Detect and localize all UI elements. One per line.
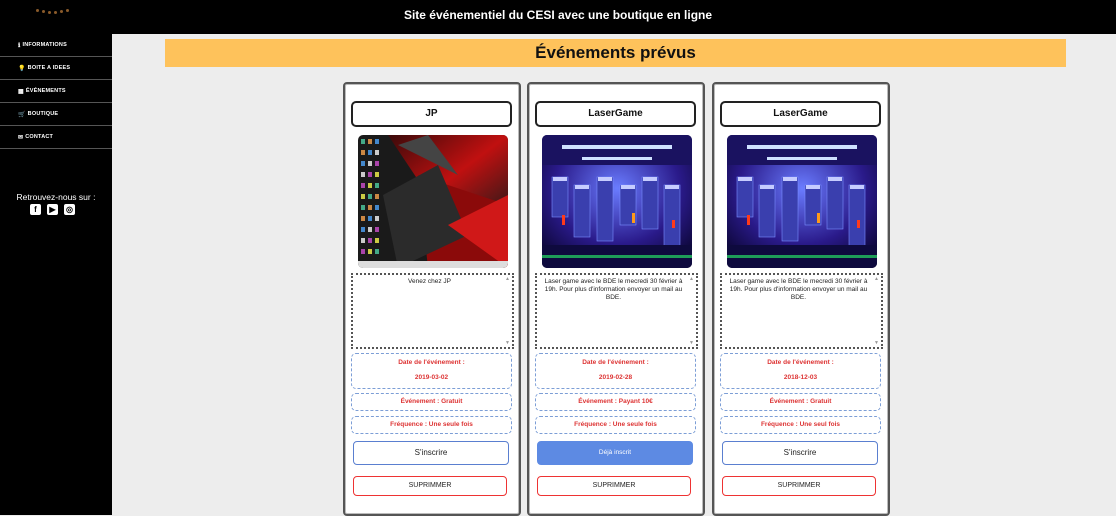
event-image-lasergame [727, 135, 877, 268]
sidebar: ℹ INFORMATIONS 💡 BOITE A IDEES ▦ ÉVÉNEMENTS 🛒 B… [0, 34, 112, 515]
envelope-icon: ✉ [18, 134, 24, 141]
instagram-icon[interactable]: ◎ [64, 204, 75, 215]
scroll-up-icon[interactable]: ▲ [505, 276, 510, 282]
event-card: LaserGame Laser game avec le BDE le mecre… [527, 82, 705, 516]
info-icon: ℹ [18, 42, 21, 49]
sidebar-item-label: INFORMATIONS [22, 42, 67, 48]
event-title: LaserGame [720, 101, 881, 127]
facebook-icon[interactable]: f [30, 204, 41, 215]
sidebar-item-informations[interactable]: ℹ INFORMATIONS [0, 34, 112, 57]
event-title: LaserGame [535, 101, 696, 127]
event-description: Laser game avec le BDE le mecredi 30 fév… [729, 278, 868, 301]
sidebar-item-label: BOUTIQUE [27, 111, 59, 117]
register-button[interactable]: Déjà inscrit [537, 441, 693, 465]
follow-us-text: Retrouvez-nous sur : [16, 192, 96, 202]
delete-button[interactable]: SUPRIMMER [353, 476, 507, 496]
event-type: Événement : Payant 10€ [535, 393, 696, 411]
event-date-box: Date de l'événement : 2019-02-28 [535, 353, 696, 389]
cart-icon: 🛒 [18, 111, 26, 118]
event-frequency: Fréquence : Une seule fois [535, 416, 696, 434]
event-date-label: Date de l'événement : [582, 359, 649, 366]
event-description: Venez chez JP [408, 278, 451, 285]
event-date-label: Date de l'événement : [398, 359, 465, 366]
event-date-label: Date de l'événement : [767, 359, 834, 366]
event-date: 2019-02-28 [598, 374, 633, 381]
sidebar-item-label: ÉVÉNEMENTS [25, 88, 66, 94]
event-description: Laser game avec le BDE le mecredi 30 fév… [544, 278, 683, 301]
scroll-up-icon[interactable]: ▲ [689, 276, 694, 282]
youtube-icon[interactable]: ▶ [47, 204, 58, 215]
site-title: Site événementiel du CESI avec une bouti… [403, 8, 713, 22]
calendar-icon: ▦ [18, 88, 24, 95]
sidebar-item-boutique[interactable]: 🛒 BOUTIQUE [0, 103, 112, 126]
event-description-box[interactable]: Laser game avec le BDE le mecredi 30 fév… [535, 273, 698, 349]
page-title: Événements prévus [535, 43, 696, 62]
delete-button[interactable]: SUPRIMMER [537, 476, 691, 496]
scroll-down-icon[interactable]: ▼ [689, 340, 694, 346]
event-frequency: Fréquence : Une seule fois [351, 416, 512, 434]
sidebar-item--v-nements[interactable]: ▦ ÉVÉNEMENTS [0, 80, 112, 103]
event-title: JP [351, 101, 512, 127]
event-date: 2019-03-02 [414, 374, 449, 381]
sidebar-item-label: BOITE A IDEES [27, 65, 71, 71]
event-card: LaserGame Laser game avec le BDE le mecre… [712, 82, 890, 516]
sidebar-item-boite-a-idees[interactable]: 💡 BOITE A IDEES [0, 57, 112, 80]
sidebar-nav: ℹ INFORMATIONS 💡 BOITE A IDEES ▦ ÉVÉNEMENTS 🛒 B… [0, 34, 112, 149]
event-date: 2018-12-03 [783, 374, 818, 381]
sidebar-item-contact[interactable]: ✉ CONTACT [0, 126, 112, 149]
social-links: f ▶ ◎ [30, 204, 75, 215]
event-image [358, 135, 508, 268]
scroll-down-icon[interactable]: ▼ [874, 340, 879, 346]
event-image-desktop [358, 135, 508, 268]
page-header: Événements prévus [165, 39, 1066, 67]
event-card: JP Venez chez JP ▲ ▼ Date de l'événement : 20… [343, 82, 521, 516]
event-description-box[interactable]: Laser game avec le BDE le mecredi 30 fév… [720, 273, 883, 349]
lightbulb-icon: 💡 [18, 65, 26, 72]
event-date-box: Date de l'événement : 2018-12-03 [720, 353, 881, 389]
register-button[interactable]: S'inscrire [722, 441, 878, 465]
top-bar: Site événementiel du CESI avec une bouti… [0, 0, 1116, 34]
event-image [542, 135, 692, 268]
event-type: Événement : Gratuit [720, 393, 881, 411]
delete-button[interactable]: SUPRIMMER [722, 476, 876, 496]
scroll-up-icon[interactable]: ▲ [874, 276, 879, 282]
scroll-down-icon[interactable]: ▼ [505, 340, 510, 346]
event-image [727, 135, 877, 268]
event-description-box[interactable]: Venez chez JP ▲ ▼ [351, 273, 514, 349]
event-frequency: Fréquence : Une seul fois [720, 416, 881, 434]
event-image-lasergame [542, 135, 692, 268]
event-date-box: Date de l'événement : 2019-03-02 [351, 353, 512, 389]
event-type: Événement : Gratuit [351, 393, 512, 411]
register-button[interactable]: S'inscrire [353, 441, 509, 465]
sidebar-item-label: CONTACT [25, 134, 54, 140]
